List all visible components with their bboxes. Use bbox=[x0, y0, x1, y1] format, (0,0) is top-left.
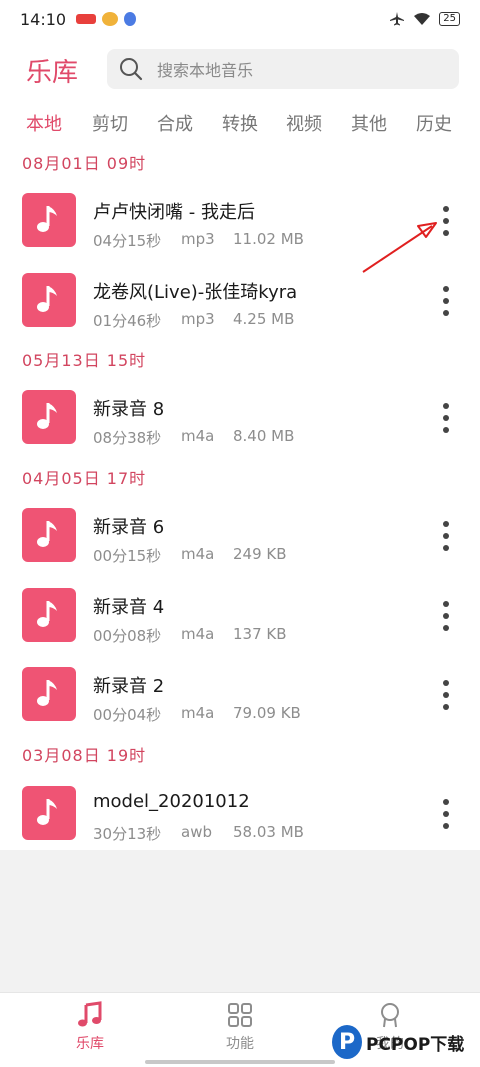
item-title: 新录音 6 bbox=[93, 517, 165, 538]
music-note-icon bbox=[37, 206, 57, 232]
date-header: 03月08日 19时 bbox=[22, 746, 147, 765]
item-format: m4a bbox=[181, 427, 215, 445]
status-right: 25 bbox=[389, 11, 460, 27]
notification-icons bbox=[76, 12, 137, 26]
tab-other[interactable]: 其他 bbox=[351, 110, 387, 136]
tab-video[interactable]: 视频 bbox=[286, 110, 322, 136]
search-placeholder: 搜索本地音乐 bbox=[157, 61, 254, 80]
item-title: model_20201012 bbox=[93, 791, 250, 812]
tab-convert[interactable]: 转换 bbox=[222, 110, 258, 136]
item-size: 249 KB bbox=[233, 545, 287, 563]
music-thumbnail bbox=[22, 588, 76, 642]
baidu-icon bbox=[124, 12, 137, 26]
item-duration: 08分38秒 bbox=[93, 429, 162, 447]
annotation-arrow-icon bbox=[362, 222, 437, 273]
date-header: 08月01日 09时 bbox=[22, 154, 147, 173]
tab-cut[interactable]: 剪切 bbox=[92, 110, 128, 136]
date-header: 05月13日 15时 bbox=[22, 351, 147, 370]
category-tabs: 本地 剪切 合成 转换 视频 其他 历史 bbox=[0, 102, 480, 142]
airplane-icon bbox=[390, 12, 405, 26]
wifi-icon bbox=[414, 13, 431, 25]
item-duration: 00分04秒 bbox=[93, 706, 162, 724]
item-duration: 04分15秒 bbox=[93, 232, 162, 250]
weibo-icon bbox=[102, 12, 119, 26]
item-duration: 30分13秒 bbox=[93, 825, 162, 843]
list-item[interactable]: 新录音 6 00分15秒 m4a 249 KB bbox=[0, 502, 480, 580]
nav-functions-label: 功能 bbox=[226, 1036, 254, 1052]
music-thumbnail bbox=[22, 786, 76, 840]
item-size: 8.40 MB bbox=[233, 427, 295, 445]
tab-local[interactable]: 本地 bbox=[26, 110, 62, 136]
nav-functions[interactable]: 功能 bbox=[200, 1001, 280, 1053]
list-item[interactable]: model_20201012 30分13秒 awb 58.03 MB bbox=[0, 780, 480, 858]
music-thumbnail bbox=[22, 667, 76, 721]
list-item[interactable]: 新录音 8 08分38秒 m4a 8.40 MB bbox=[0, 384, 480, 462]
item-title: 新录音 2 bbox=[93, 676, 165, 697]
search-input[interactable]: 搜索本地音乐 bbox=[107, 49, 459, 89]
item-size: 4.25 MB bbox=[233, 310, 295, 328]
grid-icon bbox=[228, 1003, 252, 1027]
item-size: 79.09 KB bbox=[233, 704, 301, 722]
item-size: 58.03 MB bbox=[233, 823, 304, 841]
watermark-logo: P PCPOP下载 bbox=[332, 1022, 480, 1062]
more-options-button[interactable] bbox=[432, 596, 460, 636]
page-title: 乐库 bbox=[26, 58, 79, 88]
music-note-icon bbox=[37, 799, 57, 825]
nav-library[interactable]: 乐库 bbox=[50, 1001, 130, 1053]
more-options-button[interactable] bbox=[432, 516, 460, 556]
item-duration: 00分08秒 bbox=[93, 627, 162, 645]
item-size: 11.02 MB bbox=[233, 230, 304, 248]
more-options-button[interactable] bbox=[432, 281, 460, 321]
battery-icon: 25 bbox=[439, 12, 460, 26]
tab-merge[interactable]: 合成 bbox=[157, 110, 193, 136]
list-item[interactable]: 新录音 2 00分04秒 m4a 79.09 KB bbox=[0, 661, 480, 739]
item-duration: 00分15秒 bbox=[93, 547, 162, 565]
more-options-button[interactable] bbox=[432, 398, 460, 438]
item-duration: 01分46秒 bbox=[93, 312, 162, 330]
search-icon bbox=[120, 58, 143, 81]
watermark-badge: P bbox=[332, 1025, 362, 1059]
music-note-icon bbox=[37, 521, 57, 547]
item-title: 龙卷风(Live)-张佳琦kyra bbox=[93, 282, 298, 303]
item-title: 新录音 4 bbox=[93, 597, 165, 618]
music-thumbnail bbox=[22, 390, 76, 444]
home-indicator[interactable] bbox=[145, 1060, 335, 1064]
music-thumbnail bbox=[22, 193, 76, 247]
app-header: 乐库 搜索本地音乐 bbox=[0, 38, 480, 102]
watermark-text: PCPOP下载 bbox=[366, 1034, 465, 1055]
item-format: m4a bbox=[181, 545, 215, 563]
item-title: 新录音 8 bbox=[93, 399, 165, 420]
music-thumbnail bbox=[22, 508, 76, 562]
more-options-button[interactable] bbox=[432, 794, 460, 834]
music-note-icon bbox=[37, 601, 57, 627]
app-notification-icon bbox=[76, 14, 97, 24]
date-header: 04月05日 17时 bbox=[22, 469, 147, 488]
list-item[interactable]: 龙卷风(Live)-张佳琦kyra 01分46秒 mp3 4.25 MB bbox=[0, 267, 480, 345]
tab-history[interactable]: 历史 bbox=[416, 110, 452, 136]
list-item[interactable]: 新录音 4 00分08秒 m4a 137 KB bbox=[0, 582, 480, 660]
music-note-icon bbox=[37, 680, 57, 706]
item-format: mp3 bbox=[181, 310, 215, 328]
music-thumbnail bbox=[22, 273, 76, 327]
music-note-icon bbox=[78, 1001, 102, 1027]
item-format: mp3 bbox=[181, 230, 215, 248]
status-time: 14:10 bbox=[20, 9, 67, 29]
music-note-icon bbox=[37, 403, 57, 429]
nav-library-label: 乐库 bbox=[76, 1036, 104, 1052]
item-format: m4a bbox=[181, 625, 215, 643]
item-size: 137 KB bbox=[233, 625, 287, 643]
item-title: 卢卢快闭嘴 - 我走后 bbox=[93, 202, 255, 223]
music-note-icon bbox=[37, 286, 57, 312]
status-bar: 14:10 25 bbox=[0, 0, 480, 38]
more-options-button[interactable] bbox=[432, 675, 460, 715]
item-format: awb bbox=[181, 823, 212, 841]
item-format: m4a bbox=[181, 704, 215, 722]
